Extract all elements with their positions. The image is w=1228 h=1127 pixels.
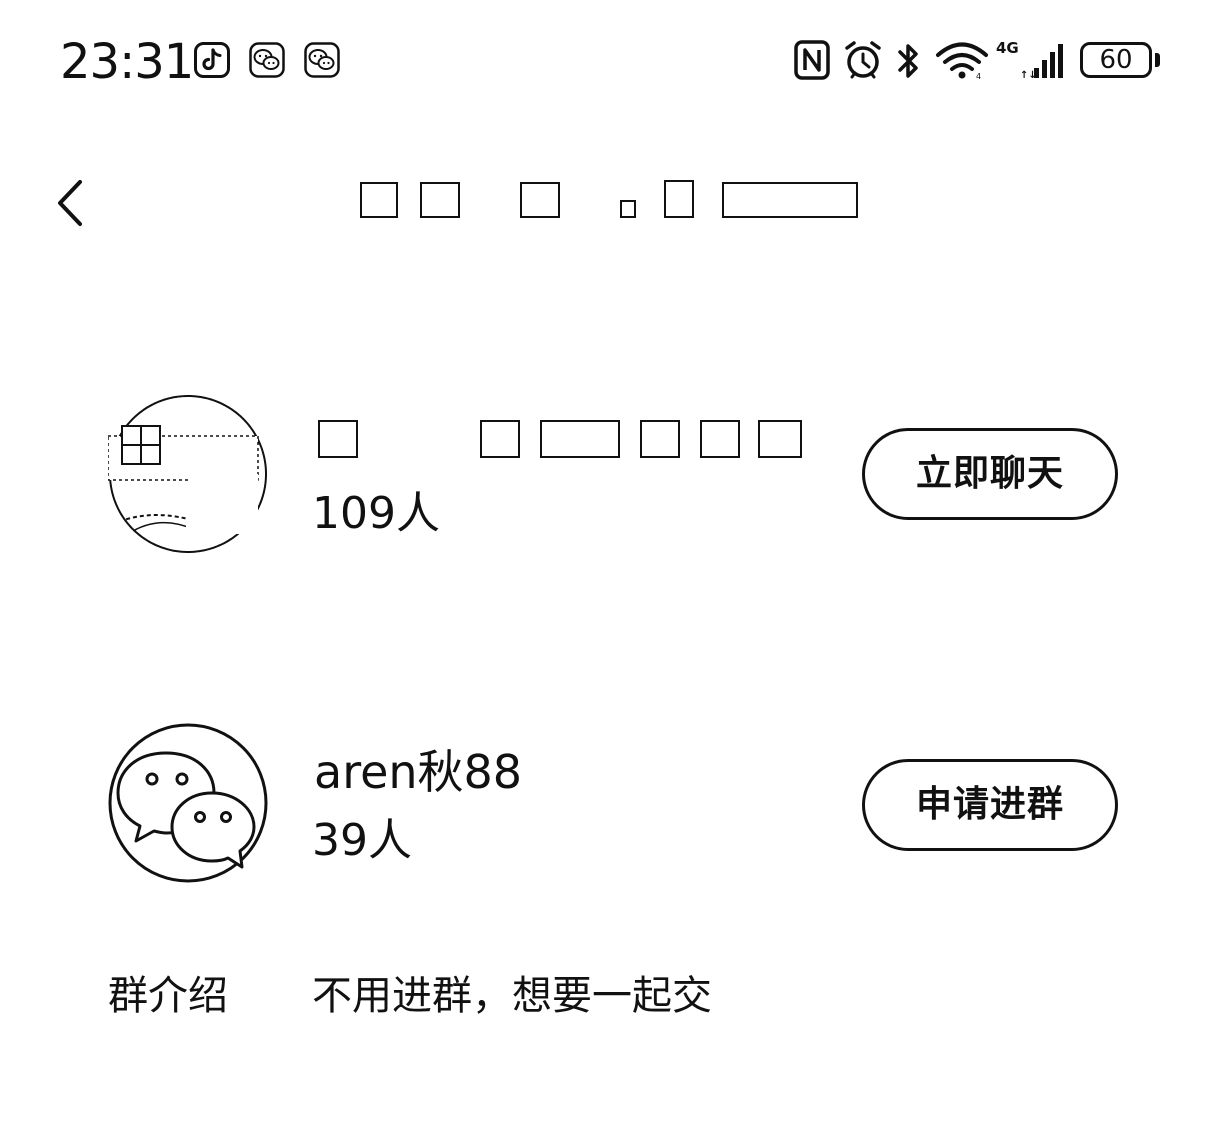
- group-row[interactable]: 109人 立即聊天: [0, 380, 1228, 580]
- chevron-left-icon: [58, 180, 82, 226]
- battery-tip: [1155, 53, 1160, 67]
- svg-text:4: 4: [976, 72, 981, 80]
- bluetooth-icon: [898, 44, 918, 78]
- wifi-icon: 4: [936, 42, 988, 80]
- chat-now-button[interactable]: 立即聊天: [862, 428, 1118, 520]
- photo-avatar: [108, 395, 267, 553]
- apply-join-button[interactable]: 申请进群: [862, 759, 1118, 851]
- group-intro-text: 不用进群，想要一起交: [312, 973, 712, 1019]
- wechat-icon: [304, 42, 340, 78]
- group-member-count: 109人: [312, 488, 440, 539]
- back-button[interactable]: [44, 168, 104, 238]
- battery-indicator: 60: [1080, 42, 1152, 78]
- status-time: 23:31: [60, 34, 194, 90]
- nfc-icon: [794, 40, 830, 80]
- redacted-title: [358, 178, 878, 222]
- group-intro-label: 群介绍: [108, 973, 228, 1019]
- redacted-group-name: [318, 416, 808, 460]
- group-row[interactable]: aren秋88 39人 申请进群: [0, 715, 1228, 895]
- wechat-group-icon: [108, 723, 268, 883]
- alarm-icon: [845, 41, 881, 79]
- signal-icon: ↑↓: [1020, 44, 1063, 80]
- tiktok-icon: [194, 42, 230, 78]
- status-bar: 23:31 4 4G ↑↓ 60: [0, 0, 1228, 120]
- group-name: aren秋88: [314, 745, 523, 799]
- network-type-label: 4G: [996, 39, 1019, 57]
- wechat-icon: [249, 42, 285, 78]
- group-member-count: 39人: [312, 815, 412, 866]
